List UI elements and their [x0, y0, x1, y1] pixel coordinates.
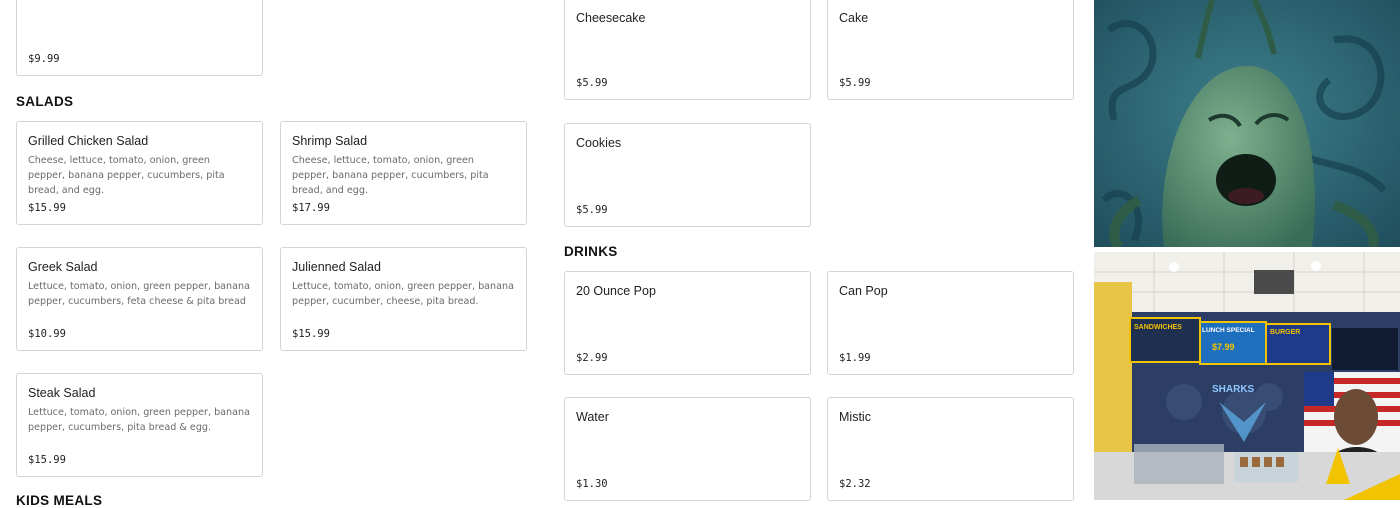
menu-item-name: Cake [839, 11, 869, 25]
menu-item-price: $2.99 [576, 352, 608, 364]
section-title-drinks: DRINKS [564, 244, 618, 259]
menu-item-price: $1.30 [576, 478, 608, 490]
menu-item-cookies[interactable]: Cookies $5.99 [564, 123, 811, 227]
cartoon-character-illustration [1094, 0, 1400, 247]
flag-mural [1304, 372, 1400, 462]
sign-burger: BURGER [1270, 329, 1300, 336]
menu-item-grilled-chicken-salad[interactable]: Grilled Chicken Salad Cheese, lettuce, t… [16, 121, 263, 225]
menu-item-steak-salad[interactable]: Steak Salad Lettuce, tomato, onion, gree… [16, 373, 263, 477]
menu-item-price: $5.99 [839, 77, 871, 89]
menu-item-price: $5.99 [576, 77, 608, 89]
menu-item-price: $5.99 [576, 204, 608, 216]
menu-item-price: $10.99 [28, 328, 66, 340]
menu-item-name: Shrimp Salad [292, 134, 368, 148]
menu-item-julienned-salad[interactable]: Julienned Salad Lettuce, tomato, onion, … [280, 247, 527, 351]
sign-price: $7.99 [1212, 342, 1235, 352]
menu-item-card[interactable]: $9.99 [16, 0, 263, 76]
menu-item-name: Steak Salad [28, 386, 96, 400]
menu-item-name: Can Pop [839, 284, 888, 298]
menu-item-description: Lettuce, tomato, onion, green pepper, ba… [28, 281, 250, 307]
menu-item-name: Grilled Chicken Salad [28, 134, 149, 148]
menu-item-description: Cheese, lettuce, tomato, onion, green pe… [292, 155, 489, 196]
menu-item-description: Lettuce, tomato, onion, green pepper, ba… [28, 407, 250, 433]
menu-item-price: $15.99 [28, 202, 66, 214]
menu-item-water[interactable]: Water $1.30 [564, 397, 811, 501]
menu-item-price: $2.32 [839, 478, 871, 490]
menu-item-name: Water [576, 410, 609, 424]
menu-item-mistic[interactable]: Mistic $2.32 [827, 397, 1074, 501]
menu-item-cake[interactable]: Cake $5.99 [827, 0, 1074, 100]
menu-item-price: $1.99 [839, 352, 871, 364]
menu-item-name: Julienned Salad [292, 260, 381, 274]
cartoon-character-image [1094, 0, 1400, 247]
menu-item-description: Cheese, lettuce, tomato, onion, green pe… [28, 155, 225, 196]
menu-item-price: $17.99 [292, 202, 330, 214]
menu-item-name: Cookies [576, 136, 622, 150]
menu-item-price: $15.99 [292, 328, 330, 340]
section-title-salads: SALADS [16, 94, 74, 109]
sign-lunch-special: LUNCH SPECIAL [1202, 327, 1255, 334]
menu-item-can-pop[interactable]: Can Pop $1.99 [827, 271, 1074, 375]
restaurant-interior-illustration: SANDWICHES LUNCH SPECIAL $7.99 BURGER SH… [1094, 252, 1400, 500]
menu-item-greek-salad[interactable]: Greek Salad Lettuce, tomato, onion, gree… [16, 247, 263, 351]
menu-item-name: 20 Ounce Pop [576, 284, 656, 298]
sign-sandwiches: SANDWICHES [1134, 324, 1182, 331]
menu-item-shrimp-salad[interactable]: Shrimp Salad Cheese, lettuce, tomato, on… [280, 121, 527, 225]
menu-item-price: $15.99 [28, 454, 66, 466]
menu-item-price: $9.99 [28, 53, 60, 65]
menu-item-description: Lettuce, tomato, onion, green pepper, ba… [292, 281, 514, 307]
menu-item-name: Greek Salad [28, 260, 98, 274]
menu-item-name: Mistic [839, 410, 871, 424]
menu-item-cheesecake[interactable]: Cheesecake $5.99 [564, 0, 811, 100]
menu-item-name: Cheesecake [576, 11, 646, 25]
restaurant-interior-photo: SANDWICHES LUNCH SPECIAL $7.99 BURGER SH… [1094, 252, 1400, 500]
section-title-kids-meals: KIDS MEALS [16, 493, 103, 508]
menu-item-20-ounce-pop[interactable]: 20 Ounce Pop $2.99 [564, 271, 811, 375]
shark-logo-text: SHARKS [1212, 384, 1255, 395]
